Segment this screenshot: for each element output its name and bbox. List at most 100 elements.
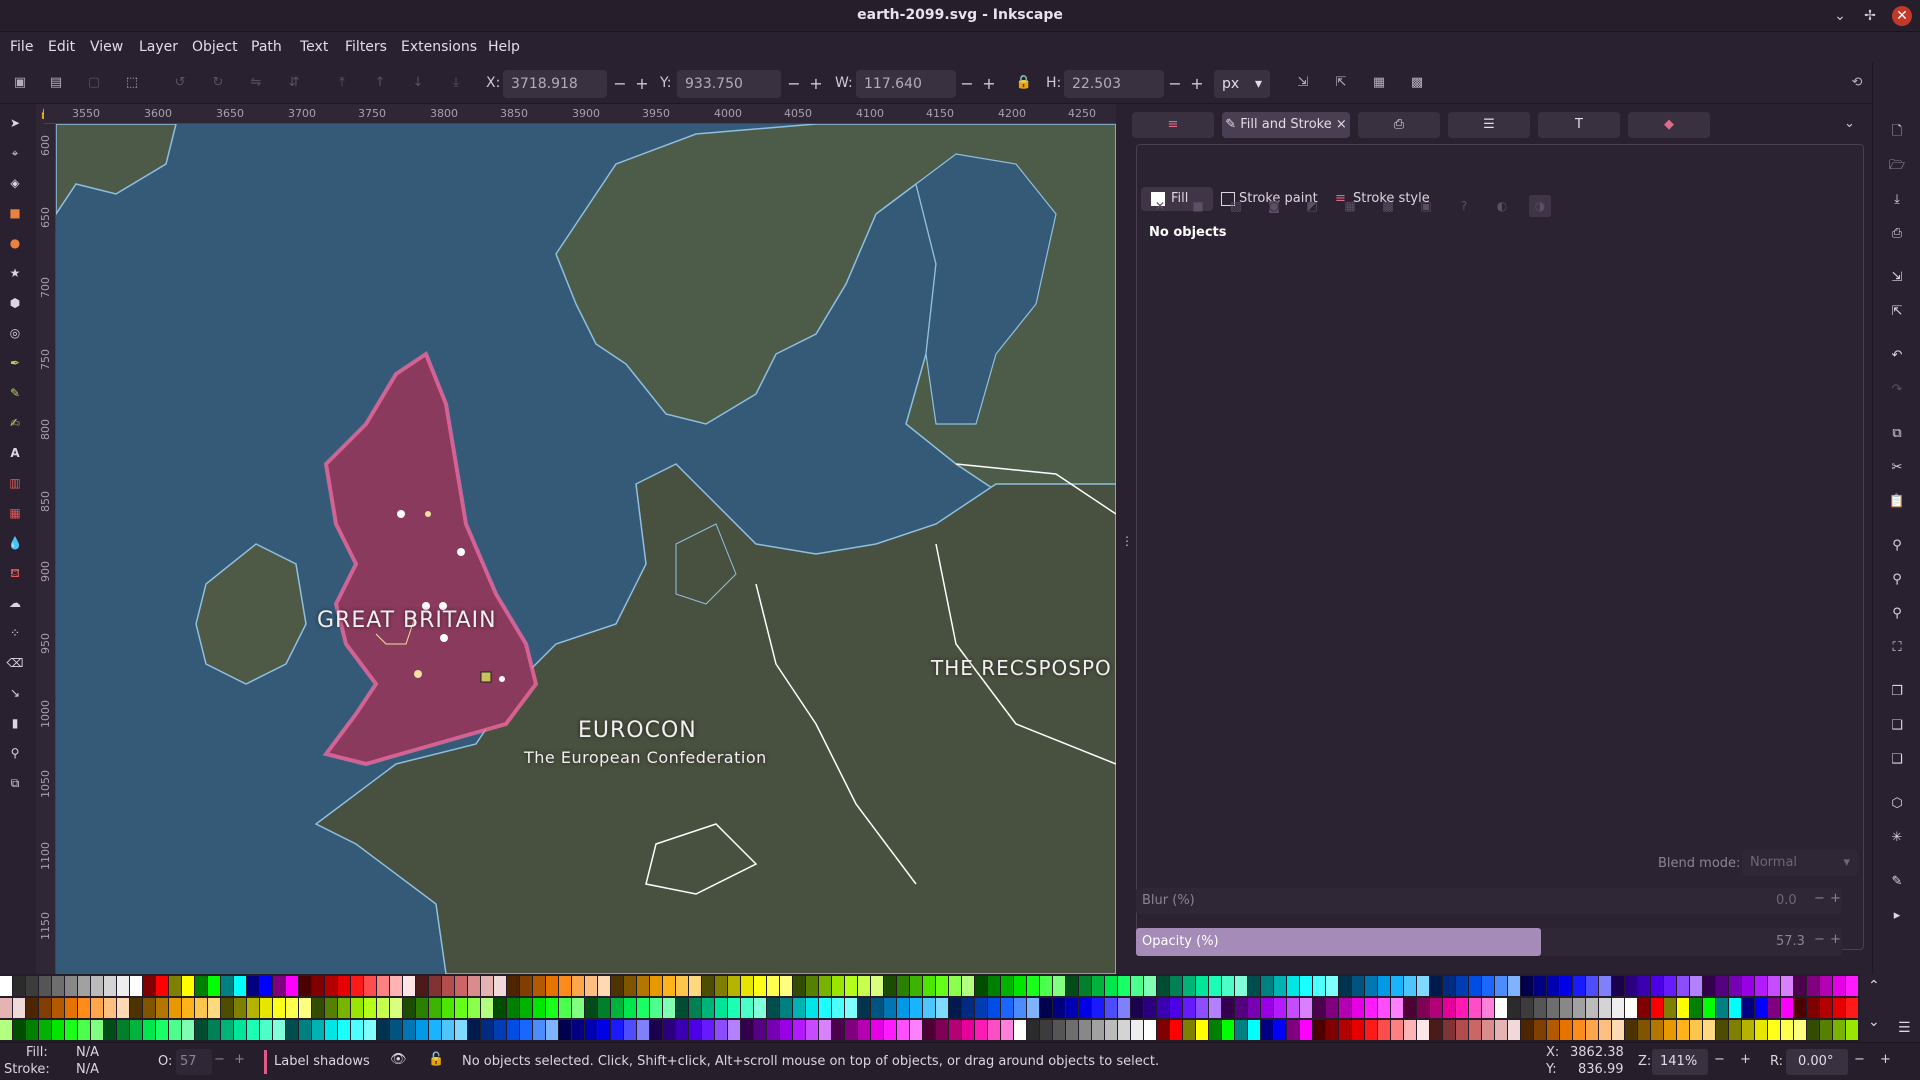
palette-swatch[interactable] xyxy=(637,1020,650,1041)
palette-swatch[interactable] xyxy=(455,976,468,997)
palette-swatch[interactable] xyxy=(871,998,884,1019)
palette-swatch[interactable] xyxy=(897,976,910,997)
palette-swatch[interactable] xyxy=(975,1020,988,1041)
palette-swatch[interactable] xyxy=(715,976,728,997)
palette-swatch[interactable] xyxy=(650,998,663,1019)
palette-swatch[interactable] xyxy=(1261,1020,1274,1041)
palette-swatch[interactable] xyxy=(1313,998,1326,1019)
palette-swatch[interactable] xyxy=(455,1020,468,1041)
layer-visibility-icon[interactable]: 👁 xyxy=(390,1052,407,1067)
palette-swatch[interactable] xyxy=(1794,1020,1807,1041)
palette-swatch[interactable] xyxy=(494,976,507,997)
fill-indicator-value[interactable]: N/A xyxy=(76,1045,99,1060)
palette-swatch[interactable] xyxy=(1118,976,1131,997)
palette-swatch[interactable] xyxy=(1287,976,1300,997)
palette-swatch[interactable] xyxy=(715,1020,728,1041)
palette-swatch[interactable] xyxy=(1222,1020,1235,1041)
palette-swatch[interactable] xyxy=(390,976,403,997)
palette-swatch[interactable] xyxy=(273,1020,286,1041)
palette-swatch[interactable] xyxy=(1807,998,1820,1019)
palette-swatch[interactable] xyxy=(481,1020,494,1041)
palette-swatch[interactable] xyxy=(507,998,520,1019)
menu-path[interactable]: Path xyxy=(251,39,282,55)
w-field[interactable]: 117.640 xyxy=(856,70,956,98)
palette-swatch[interactable] xyxy=(1417,998,1430,1019)
palette-swatch[interactable] xyxy=(494,998,507,1019)
palette-swatch[interactable] xyxy=(1469,976,1482,997)
palette-swatch[interactable] xyxy=(1508,976,1521,997)
palette-swatch[interactable] xyxy=(663,976,676,997)
palette-swatch[interactable] xyxy=(1378,998,1391,1019)
palette-swatch[interactable] xyxy=(1690,998,1703,1019)
menu-filters[interactable]: Filters xyxy=(345,39,387,55)
palette-swatch[interactable] xyxy=(728,998,741,1019)
palette-swatch[interactable] xyxy=(1144,1020,1157,1041)
palette-swatch[interactable] xyxy=(780,976,793,997)
palette-swatch[interactable] xyxy=(1820,998,1833,1019)
zoom-drawing-icon[interactable]: ⚲ xyxy=(1885,568,1909,592)
palette-swatch[interactable] xyxy=(936,998,949,1019)
rotate-cw-button[interactable]: + xyxy=(1880,1052,1891,1067)
palette-swatch[interactable] xyxy=(1547,998,1560,1019)
palette-swatch[interactable] xyxy=(1417,1020,1430,1041)
palette-swatch[interactable] xyxy=(1482,998,1495,1019)
blur-increment[interactable]: + xyxy=(1830,891,1841,906)
palette-swatch[interactable] xyxy=(1755,976,1768,997)
palette-swatch[interactable] xyxy=(611,1020,624,1041)
palette-swatch[interactable] xyxy=(1209,1020,1222,1041)
star-tool-icon[interactable]: ★ xyxy=(4,262,26,284)
palette-swatch[interactable] xyxy=(221,998,234,1019)
palette-swatch[interactable] xyxy=(767,1020,780,1041)
fill-rule-nonzero-icon[interactable]: ◑ xyxy=(1529,195,1551,217)
palette-swatch[interactable] xyxy=(559,1020,572,1041)
palette-swatch[interactable] xyxy=(1534,998,1547,1019)
raise-to-top-icon[interactable]: ⤒ xyxy=(330,71,354,95)
palette-swatch[interactable] xyxy=(1638,1020,1651,1041)
palette-swatch[interactable] xyxy=(26,976,39,997)
zoom-page-icon[interactable]: ⚲ xyxy=(1885,602,1909,626)
export-icon[interactable]: ⇱ xyxy=(1885,300,1909,324)
palette-swatch[interactable] xyxy=(1573,1020,1586,1041)
palette-swatch[interactable] xyxy=(169,976,182,997)
palette-swatch[interactable] xyxy=(1716,976,1729,997)
palette-swatch[interactable] xyxy=(1092,998,1105,1019)
palette-swatch[interactable] xyxy=(1391,976,1404,997)
zoom-selection-icon[interactable]: ⚲ xyxy=(1885,534,1909,558)
palette-swatch[interactable] xyxy=(1833,998,1846,1019)
h-decrement[interactable]: − xyxy=(1166,70,1184,98)
palette-swatch[interactable] xyxy=(325,976,338,997)
palette-swatch[interactable] xyxy=(1612,998,1625,1019)
palette-swatch[interactable] xyxy=(1235,1020,1248,1041)
palette-swatch[interactable] xyxy=(598,976,611,997)
palette-swatch[interactable] xyxy=(1690,976,1703,997)
palette-swatch[interactable] xyxy=(1768,998,1781,1019)
palette-swatch[interactable] xyxy=(702,976,715,997)
palette-swatch[interactable] xyxy=(312,998,325,1019)
palette-swatch[interactable] xyxy=(728,1020,741,1041)
palette-swatch[interactable] xyxy=(624,1020,637,1041)
palette-swatch[interactable] xyxy=(520,976,533,997)
palette-swatch[interactable] xyxy=(1612,1020,1625,1041)
palette-swatch[interactable] xyxy=(429,998,442,1019)
palette-swatch[interactable] xyxy=(13,976,26,997)
palette-swatch[interactable] xyxy=(13,1020,26,1041)
palette-swatch[interactable] xyxy=(533,976,546,997)
x-increment[interactable]: + xyxy=(633,70,651,98)
palette-swatch[interactable] xyxy=(1326,998,1339,1019)
opacity-short-increment[interactable]: + xyxy=(234,1052,245,1067)
palette-swatch[interactable] xyxy=(1560,998,1573,1019)
palette-swatch[interactable] xyxy=(221,1020,234,1041)
palette-swatch[interactable] xyxy=(1547,976,1560,997)
palette-swatch[interactable] xyxy=(1105,976,1118,997)
palette-swatch[interactable] xyxy=(1443,1020,1456,1041)
palette-swatch[interactable] xyxy=(1794,998,1807,1019)
snap-toggle-icon[interactable]: ⟲ xyxy=(1845,71,1869,95)
close-tab-icon[interactable]: × xyxy=(1336,117,1347,132)
palette-swatch[interactable] xyxy=(26,998,39,1019)
palette-swatch[interactable] xyxy=(1404,1020,1417,1041)
shape-builder-icon[interactable]: ◈ xyxy=(4,172,26,194)
palette-swatch[interactable] xyxy=(338,976,351,997)
palette-swatch[interactable] xyxy=(741,976,754,997)
palette-swatch[interactable] xyxy=(1482,976,1495,997)
fill-stroke-dialog-icon[interactable]: ✎ xyxy=(1885,870,1909,894)
